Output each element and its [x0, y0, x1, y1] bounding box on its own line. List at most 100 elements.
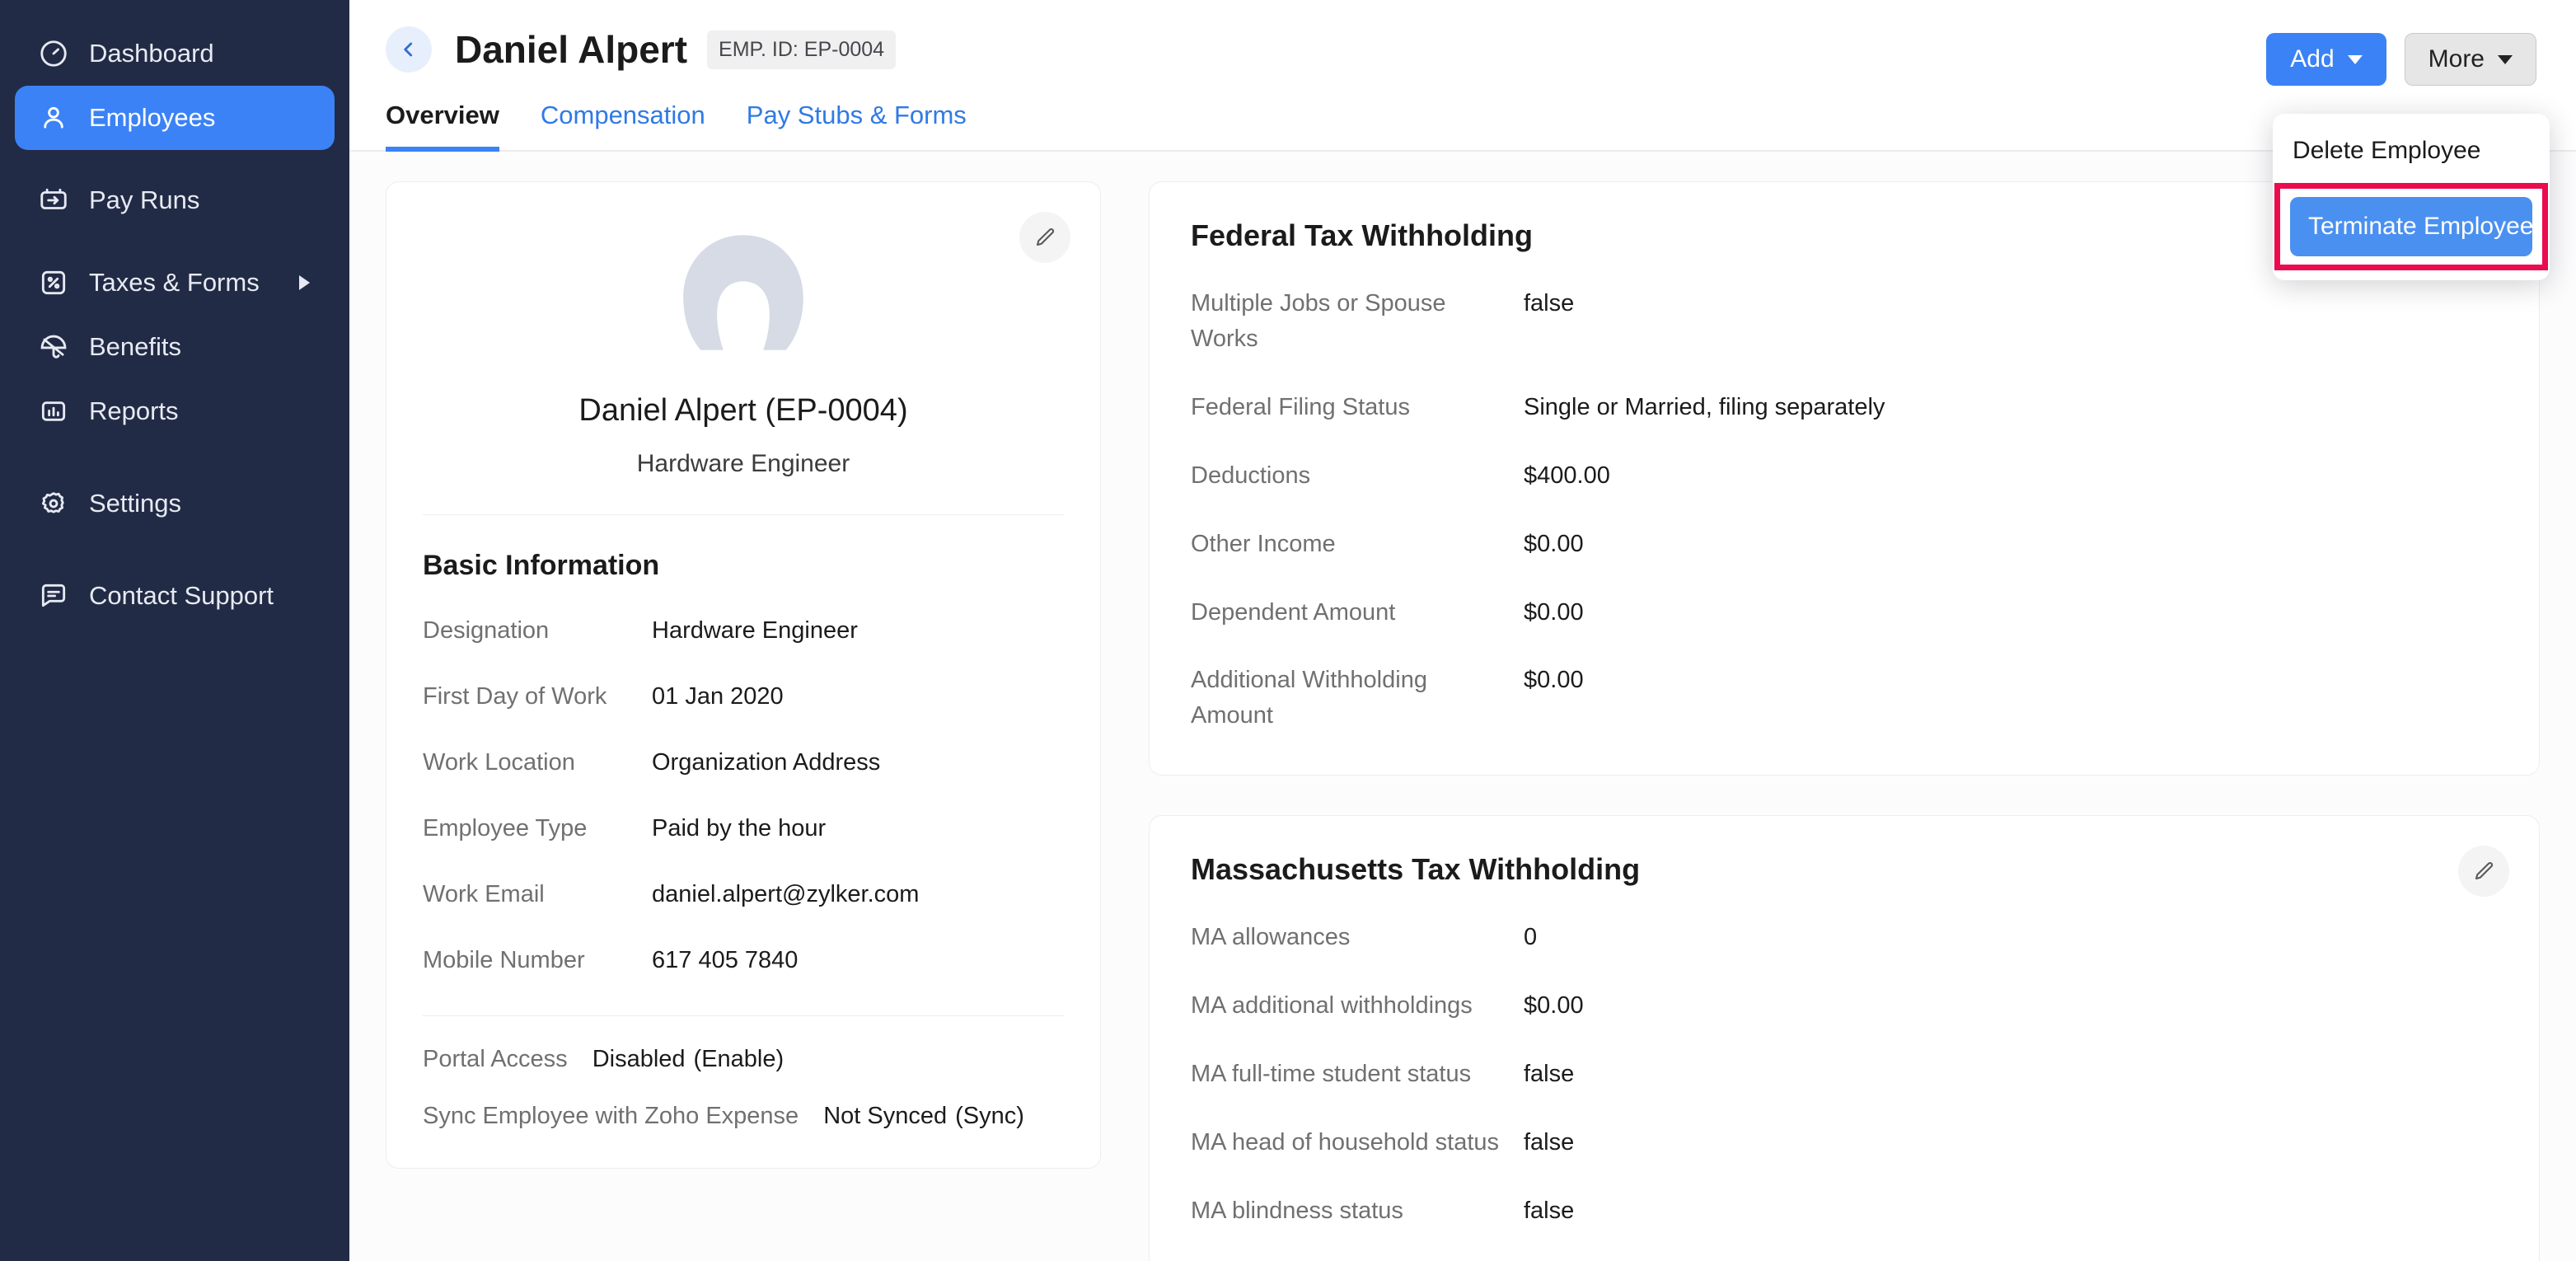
field-row-ma-full-time-student-status: MA full-time student status false [1191, 1057, 2499, 1092]
field-row-ma-allowances: MA allowances 0 [1191, 920, 2499, 955]
field-row-first-day-of-work: First Day of Work 01 Jan 2020 [423, 679, 1064, 714]
field-value: false [1524, 1125, 1574, 1160]
sidebar-item-benefits[interactable]: Benefits [15, 315, 335, 379]
field-row-multiple-jobs-or-spouse-works: Multiple Jobs or Spouse Works false [1191, 286, 2499, 357]
field-label: Work Email [423, 877, 652, 912]
field-value: Not Synced [823, 1103, 947, 1130]
user-icon [36, 101, 71, 135]
back-button[interactable] [386, 26, 432, 73]
sidebar-spacer [15, 536, 335, 564]
massachusetts-tax-withholding-card: Massachusetts Tax Withholding MA allowan… [1149, 815, 2540, 1261]
sidebar-item-dashboard[interactable]: Dashboard [15, 21, 335, 86]
field-value: $0.00 [1524, 595, 1584, 630]
field-label: Designation [423, 613, 652, 648]
sidebar-item-settings[interactable]: Settings [15, 471, 335, 536]
field-row-zoho-expense-sync: Sync Employee with Zoho Expense Not Sync… [423, 1103, 1064, 1130]
field-value: Disabled [592, 1046, 686, 1073]
title-row: Daniel Alpert EMP. ID: EP-0004 [386, 20, 2536, 79]
edit-state-tax-button[interactable] [2458, 846, 2509, 897]
field-label: First Day of Work [423, 679, 652, 714]
topbar-actions: Add More [2266, 33, 2536, 86]
field-value: Organization Address [652, 745, 880, 780]
sidebar-item-reports[interactable]: Reports [15, 379, 335, 443]
field-value: $0.00 [1524, 527, 1584, 562]
field-label: Employee Type [423, 811, 652, 846]
sidebar-spacer [15, 232, 335, 251]
umbrella-icon [36, 330, 71, 364]
field-label: Dependent Amount [1191, 595, 1524, 630]
enable-portal-access-link[interactable]: (Enable) [694, 1046, 785, 1073]
field-value: Hardware Engineer [652, 613, 858, 648]
divider [423, 514, 1064, 515]
tab-overview[interactable]: Overview [386, 101, 499, 152]
avatar-wrap [423, 230, 1064, 355]
field-row-work-email: Work Email daniel.alpert@zylker.com [423, 877, 1064, 912]
sidebar: Dashboard Employees Pay Runs Taxes & For… [0, 0, 349, 1261]
field-label: MA head of household status [1191, 1125, 1524, 1160]
field-value: daniel.alpert@zylker.com [652, 877, 919, 912]
sidebar-item-label: Settings [89, 489, 181, 518]
field-row-mobile-number: Mobile Number 617 405 7840 [423, 943, 1064, 977]
page-title: Daniel Alpert [455, 27, 687, 72]
sidebar-spacer [15, 443, 335, 471]
profile-role: Hardware Engineer [423, 450, 1064, 478]
sidebar-item-label: Reports [89, 396, 179, 426]
field-row-additional-withholding-amount: Additional Withholding Amount $0.00 [1191, 663, 2499, 734]
field-row-designation: Designation Hardware Engineer [423, 613, 1064, 648]
more-dropdown-menu: Delete Employee Terminate Employee [2273, 114, 2550, 280]
field-value: false [1524, 1193, 1574, 1229]
field-value: false [1524, 286, 1574, 321]
field-row-other-income: Other Income $0.00 [1191, 527, 2499, 562]
sidebar-item-employees[interactable]: Employees [15, 86, 335, 150]
profile-card: Daniel Alpert (EP-0004) Hardware Enginee… [386, 181, 1101, 1169]
field-row-ma-blindness-status: MA blindness status false [1191, 1193, 2499, 1229]
sidebar-item-label: Benefits [89, 332, 181, 362]
highlight-annotation-box: Terminate Employee [2274, 183, 2548, 270]
menu-item-terminate-employee[interactable]: Terminate Employee [2290, 197, 2532, 256]
field-label: MA allowances [1191, 920, 1524, 955]
right-column: Federal Tax Withholding Multiple Jobs or… [1149, 181, 2540, 1261]
field-value: 0 [1524, 920, 1537, 955]
field-row-work-location: Work Location Organization Address [423, 745, 1064, 780]
field-label: Sync Employee with Zoho Expense [423, 1103, 799, 1130]
app-root: Dashboard Employees Pay Runs Taxes & For… [0, 0, 2576, 1261]
pencil-icon [1033, 225, 1057, 250]
field-row-ma-head-of-household-status: MA head of household status false [1191, 1125, 2499, 1160]
sidebar-item-pay-runs[interactable]: Pay Runs [15, 168, 335, 232]
menu-item-delete-employee[interactable]: Delete Employee [2273, 119, 2550, 183]
field-row-employee-type: Employee Type Paid by the hour [423, 811, 1064, 846]
field-label: Multiple Jobs or Spouse Works [1191, 286, 1524, 357]
avatar-placeholder-icon [668, 230, 818, 355]
employee-id-badge: EMP. ID: EP-0004 [707, 30, 896, 69]
edit-profile-button[interactable] [1019, 212, 1070, 263]
main-panel: Daniel Alpert EMP. ID: EP-0004 Add More … [349, 0, 2576, 1261]
percent-box-icon [36, 265, 71, 300]
sidebar-item-label: Dashboard [89, 39, 214, 68]
field-row-ma-additional-withholdings: MA additional withholdings $0.00 [1191, 988, 2499, 1024]
field-label: MA full-time student status [1191, 1057, 1524, 1092]
field-label: MA additional withholdings [1191, 988, 1524, 1024]
pay-runs-icon [36, 183, 71, 218]
tab-compensation[interactable]: Compensation [541, 101, 705, 152]
sidebar-item-label: Contact Support [89, 581, 274, 611]
topbar: Daniel Alpert EMP. ID: EP-0004 Add More [349, 0, 2576, 79]
sync-zoho-expense-link[interactable]: (Sync) [955, 1103, 1024, 1130]
content-area: Daniel Alpert (EP-0004) Hardware Enginee… [349, 152, 2576, 1261]
pencil-icon [2471, 859, 2496, 884]
field-value: $0.00 [1524, 988, 1584, 1024]
gear-icon [36, 486, 71, 521]
left-column: Daniel Alpert (EP-0004) Hardware Enginee… [386, 181, 1101, 1261]
chevron-left-icon [398, 39, 419, 60]
sidebar-item-label: Pay Runs [89, 185, 199, 215]
chevron-down-icon [2348, 55, 2363, 64]
field-row-dependent-amount: Dependent Amount $0.00 [1191, 595, 2499, 630]
tab-pay-stubs-and-forms[interactable]: Pay Stubs & Forms [747, 101, 967, 152]
more-button[interactable]: More [2405, 33, 2536, 86]
sidebar-item-contact-support[interactable]: Contact Support [15, 564, 335, 628]
sidebar-item-taxes-and-forms[interactable]: Taxes & Forms [15, 251, 335, 315]
field-value: $0.00 [1524, 663, 1584, 698]
field-label: Work Location [423, 745, 652, 780]
field-label: Other Income [1191, 527, 1524, 562]
field-value: 01 Jan 2020 [652, 679, 784, 714]
add-button[interactable]: Add [2266, 33, 2386, 86]
